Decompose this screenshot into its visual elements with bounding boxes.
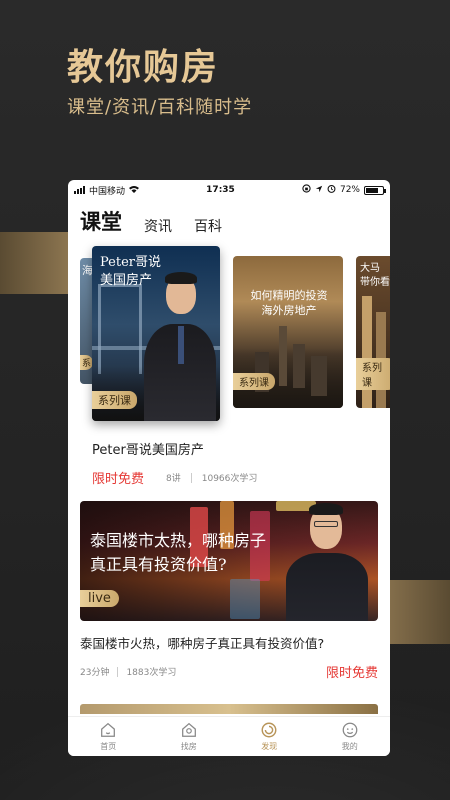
nav-find-house[interactable]: 找房: [149, 717, 230, 756]
live-title[interactable]: 泰国楼市火热，哪种房子真正具有投资价值?: [68, 621, 390, 652]
find-house-icon: [181, 722, 196, 737]
top-tabs: 课堂 资讯 百科: [68, 200, 390, 246]
course-price: 限时免费: [92, 472, 145, 487]
wifi-icon: [129, 185, 140, 196]
live-banner-line-2: 真正具有投资价值?: [90, 555, 227, 574]
status-time: 17:35: [206, 185, 235, 195]
alarm-icon: [327, 184, 336, 196]
series-tag: 系列课: [92, 391, 137, 409]
host-photo: [286, 553, 368, 621]
next-card-peek[interactable]: [80, 704, 378, 714]
battery-percent: 72%: [339, 185, 360, 195]
live-tag: live: [80, 590, 119, 607]
nav-discover[interactable]: 发现: [229, 717, 310, 756]
location-icon: [315, 185, 323, 196]
tab-encyclopedia[interactable]: 百科: [194, 216, 222, 236]
phone-screen: 中国移动 17:35 72% 课堂 资讯 百科 海 系 如何精明的投资 海外房地…: [68, 180, 390, 756]
divider: [117, 666, 119, 677]
discover-icon: [261, 722, 277, 738]
card-peter-title-1: Peter哥说: [100, 255, 161, 270]
nav-profile[interactable]: 我的: [310, 717, 391, 756]
course-meta: 限时免费 8讲 10966次学习: [68, 458, 390, 487]
live-banner[interactable]: 泰国楼市太热，哪种房子 真正具有投资价值? live: [80, 501, 378, 621]
nav-discover-label: 发现: [261, 742, 278, 751]
signal-icon: [74, 186, 85, 194]
profile-icon: [342, 722, 358, 738]
live-meta: 23分钟 1883次学习 限时免费: [68, 652, 390, 681]
home-icon: [101, 722, 116, 737]
course-card-overseas[interactable]: 如何精明的投资 海外房地产 系列课: [233, 256, 343, 408]
series-tag: 系列课: [356, 358, 390, 390]
hero-title: 教你购房: [67, 47, 220, 88]
divider: [190, 472, 192, 483]
carrier-label: 中国移动: [89, 186, 126, 197]
nav-home[interactable]: 首页: [68, 717, 149, 756]
lock-rotation-icon: [302, 184, 311, 196]
course-card-malaysia[interactable]: 大马 带你看 系列课: [356, 256, 390, 408]
course-card-peter[interactable]: Peter哥说 美国房产 系列课: [92, 246, 220, 421]
hero-subtitle: 课堂/资讯/百科随时学: [67, 97, 253, 118]
live-price: 限时免费: [325, 666, 378, 681]
series-tag: 系列课: [233, 373, 275, 390]
card-overseas-title-2: 海外房地产: [261, 303, 317, 317]
course-carousel[interactable]: 海 系 如何精明的投资 海外房地产 系列课 大马 带你看 系列课 Peter哥说…: [68, 246, 390, 421]
course-learners: 10966次学习: [201, 474, 258, 484]
tab-news[interactable]: 资讯: [144, 216, 172, 236]
course-title[interactable]: Peter哥说美国房产: [68, 421, 390, 458]
card-malaysia-title-1: 大马: [360, 263, 380, 274]
nav-home-label: 首页: [100, 742, 117, 751]
status-bar: 中国移动 17:35 72%: [68, 180, 390, 200]
course-lessons: 8讲: [166, 474, 181, 484]
live-duration: 23分钟: [80, 668, 110, 678]
card-overseas-title-1: 如何精明的投资: [250, 289, 328, 302]
tab-classroom[interactable]: 课堂: [80, 206, 122, 236]
gold-band-left: [0, 232, 68, 294]
battery-icon: [364, 185, 386, 195]
live-banner-line-1: 泰国楼市太热，哪种房子: [90, 531, 267, 550]
bottom-nav: 首页 找房 发现 我的: [68, 716, 390, 756]
card-malaysia-title-2: 带你看: [360, 276, 390, 288]
live-learners: 1883次学习: [126, 668, 177, 678]
nav-find-house-label: 找房: [180, 742, 197, 751]
nav-profile-label: 我的: [341, 742, 358, 751]
card-peter-title-2: 美国房产: [100, 272, 153, 288]
